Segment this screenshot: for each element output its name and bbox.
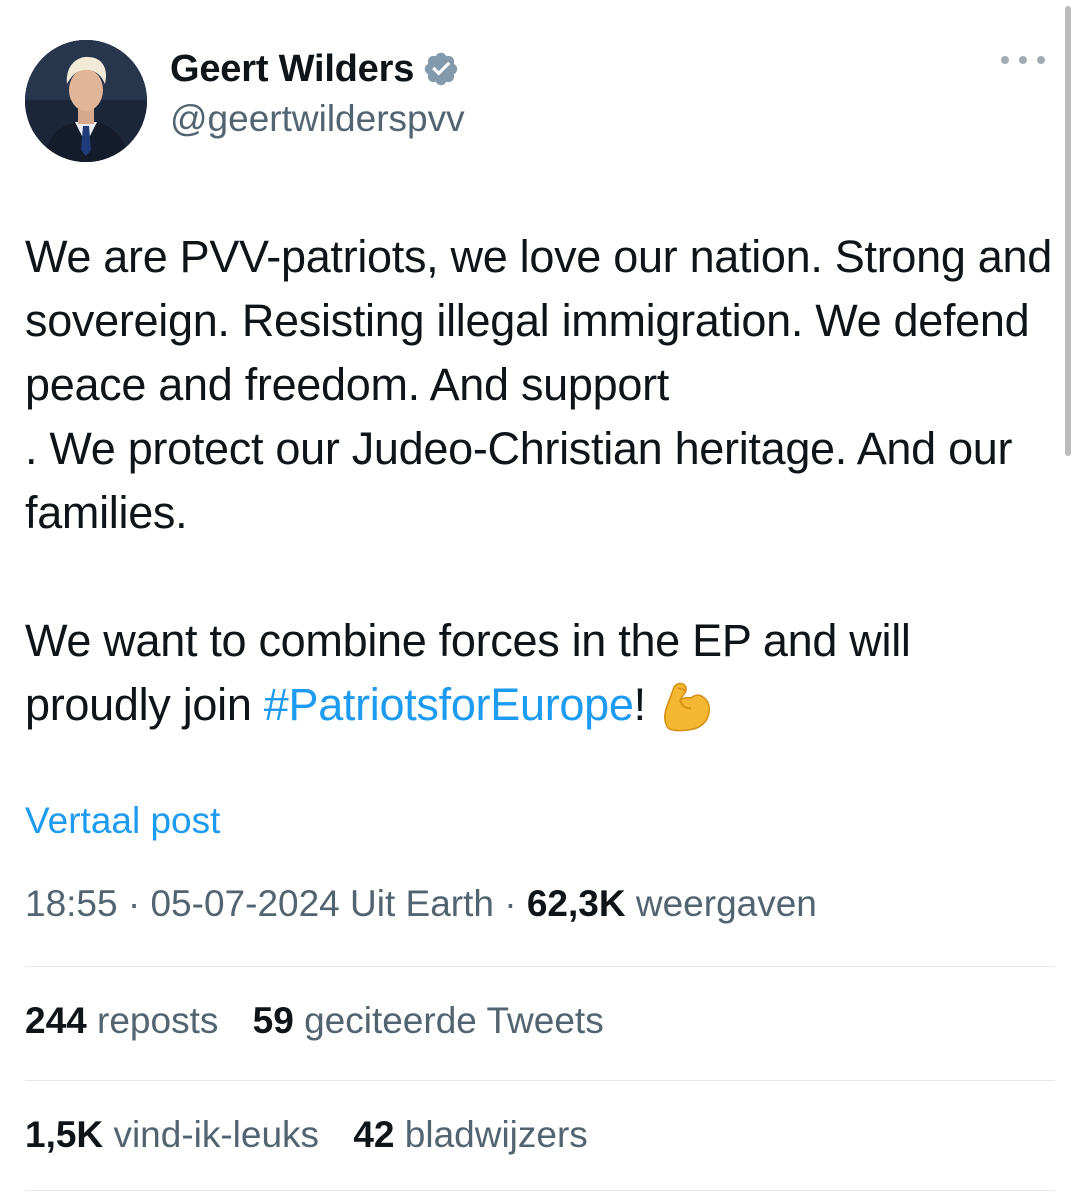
tweet-text-part: . We protect our Judeo-Christian heritag… <box>25 423 1013 538</box>
bookmarks-stat[interactable]: 42 bladwijzers <box>353 1114 587 1156</box>
more-dot <box>1019 56 1027 64</box>
author-display-name[interactable]: Geert Wilders <box>170 48 414 91</box>
author-handle[interactable]: @geertwilderspvv <box>170 98 465 140</box>
reposts-stat[interactable]: 244 reposts <box>25 1000 218 1042</box>
hashtag-link[interactable]: #PatriotsforEurope <box>264 679 634 730</box>
quotes-label: geciteerde Tweets <box>304 1000 604 1041</box>
divider <box>25 1080 1055 1081</box>
flexed-biceps-emoji <box>658 676 716 732</box>
views-label: weergaven <box>635 883 817 924</box>
meta-separator: · <box>127 883 141 924</box>
reposts-count: 244 <box>25 1000 87 1041</box>
tweet-location: Uit Earth <box>350 883 494 924</box>
tweet-text-part: We are PVV-patriots, we love our nation.… <box>25 231 1052 410</box>
bookmarks-count: 42 <box>353 1114 395 1155</box>
tweet-paragraph: We want to combine forces in the EP and … <box>25 609 1055 737</box>
divider <box>25 1190 1055 1191</box>
tweet-text: We are PVV-patriots, we love our nation.… <box>25 225 1055 737</box>
more-options-icon[interactable] <box>1001 48 1045 72</box>
reposts-label: reposts <box>97 1000 219 1041</box>
tweet-text-part: ! <box>633 679 647 730</box>
quotes-stat[interactable]: 59 geciteerde Tweets <box>253 1000 604 1042</box>
translate-post-link[interactable]: Vertaal post <box>25 800 220 842</box>
meta-separator: · <box>504 883 517 924</box>
views-count: 62,3K <box>526 883 626 924</box>
verified-badge-icon[interactable] <box>422 50 460 88</box>
tweet-date[interactable]: 05-07-2024 <box>150 883 339 924</box>
likes-stat[interactable]: 1,5K vind-ik-leuks <box>25 1114 319 1156</box>
ukraine-flag-emoji <box>681 370 731 402</box>
avatar[interactable] <box>25 40 147 162</box>
bookmarks-label: bladwijzers <box>404 1114 588 1155</box>
tweet-metadata: 18:55 · 05-07-2024 Uit Earth · 62,3K wee… <box>25 883 817 925</box>
likes-count: 1,5K <box>25 1114 104 1155</box>
tweet-header: Geert Wilders @geertwilderspvv <box>25 36 1055 162</box>
author-info: Geert Wilders @geertwilderspvv <box>170 44 465 140</box>
likes-label: vind-ik-leuks <box>113 1114 320 1155</box>
quotes-count: 59 <box>252 1000 294 1041</box>
divider <box>25 966 1055 967</box>
more-dot <box>1037 56 1045 64</box>
more-dot <box>1001 56 1009 64</box>
tweet-paragraph: We are PVV-patriots, we love our nation.… <box>25 225 1055 417</box>
engagement-stats-row: 1,5K vind-ik-leuks 42 bladwijzers <box>25 1114 612 1156</box>
scrollbar[interactable] <box>1065 6 1071 456</box>
tweet-time[interactable]: 18:55 <box>25 883 118 924</box>
engagement-stats-row: 244 reposts 59 geciteerde Tweets <box>25 1000 628 1042</box>
